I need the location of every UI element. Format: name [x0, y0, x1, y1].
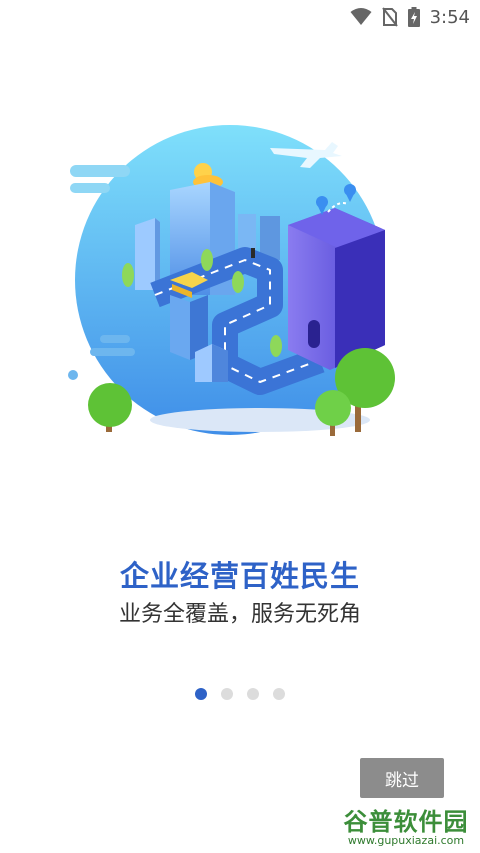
clock: 3:54 — [429, 6, 470, 28]
watermark-url: www.gupuxiazai.com — [347, 834, 465, 847]
city-illustration — [60, 120, 400, 450]
watermark-title: 谷普软件园 — [343, 808, 469, 836]
page-indicator — [0, 688, 480, 700]
no-sim-icon — [381, 7, 398, 27]
battery-charging-icon — [407, 7, 420, 27]
skip-button[interactable]: 跳过 — [360, 758, 444, 798]
page-dot-1[interactable] — [195, 688, 207, 700]
wifi-icon — [350, 8, 372, 26]
watermark: 谷普软件园 www.gupuxiazai.com — [335, 802, 477, 850]
onboarding-subline: 业务全覆盖，服务无死角 — [118, 602, 361, 627]
page-dot-2[interactable] — [221, 688, 233, 700]
page-dot-3[interactable] — [247, 688, 259, 700]
page-dot-4[interactable] — [273, 688, 285, 700]
status-bar: 3:54 — [0, 0, 480, 34]
onboarding-headline: 企业经营百姓民生 — [119, 559, 360, 593]
